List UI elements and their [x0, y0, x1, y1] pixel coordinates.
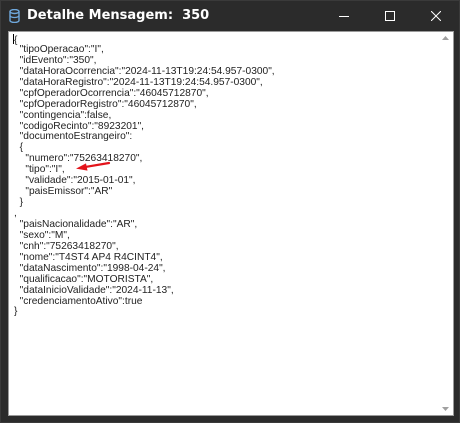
database-icon [9, 9, 20, 23]
vertical-scrollbar[interactable] [439, 32, 453, 415]
json-line: "dataNascimento":"1998-04-24", [14, 262, 166, 274]
json-line: "contingencia":false, [14, 109, 112, 121]
message-detail-window: Detalhe Mensagem: 350 { "tipoOperacao":"… [0, 0, 460, 423]
json-line: } [14, 306, 18, 318]
title-bar[interactable]: Detalhe Mensagem: 350 [1, 1, 459, 31]
minimize-icon [339, 16, 349, 17]
window-title: Detalhe Mensagem: 350 [27, 8, 210, 23]
json-line: "credenciamentoAtivo":true [14, 295, 143, 307]
json-line: "cpfOperadorRegistro":"46045712870", [14, 98, 197, 110]
close-button[interactable] [413, 1, 459, 31]
close-icon [431, 11, 441, 21]
json-line: } [14, 197, 24, 209]
maximize-button[interactable] [367, 1, 413, 31]
maximize-icon [385, 11, 395, 21]
json-line: "paisNacionalidade":"AR", [14, 218, 138, 230]
message-text-panel[interactable]: { "tipoOperacao":"I", "idEvento":"350", … [8, 31, 454, 416]
json-line: "cpfOperadorOcorrencia":"46045712870", [14, 87, 209, 99]
json-line: "paisEmissor":"AR" [14, 186, 113, 198]
json-text-area[interactable]: { "tipoOperacao":"I", "idEvento":"350", … [9, 32, 439, 415]
scroll-down-arrow-icon[interactable] [442, 407, 449, 411]
red-arrow-icon [76, 161, 111, 171]
json-line: "qualificacao":"MOTORISTA", [14, 273, 154, 285]
json-line: "dataInicioValidade":"2024-11-13", [14, 284, 174, 296]
minimize-button[interactable] [321, 1, 367, 31]
scroll-up-arrow-icon[interactable] [442, 36, 449, 40]
json-line: "documentoEstrangeiro": [14, 131, 133, 143]
